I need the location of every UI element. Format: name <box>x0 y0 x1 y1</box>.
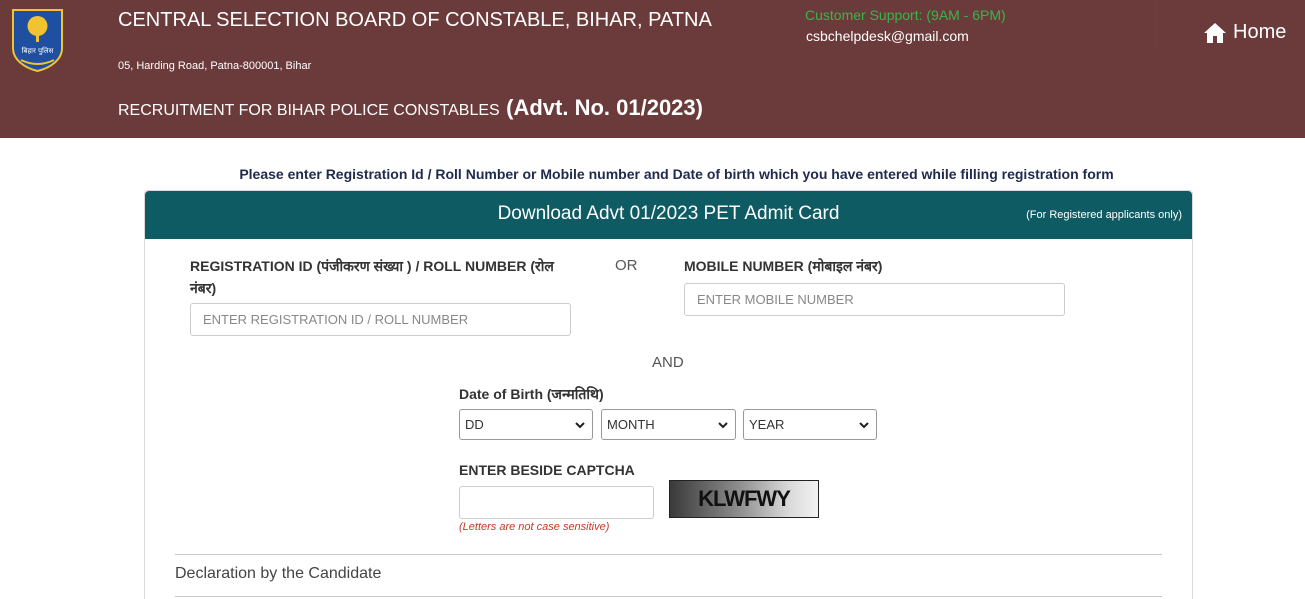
chevron-down-icon <box>859 422 869 429</box>
divider-line <box>175 596 1162 597</box>
and-separator: AND <box>652 354 684 371</box>
instruction-text: Please enter Registration Id / Roll Numb… <box>239 166 1114 182</box>
captcha-image: KLWFWY <box>669 480 819 518</box>
dob-label: Date of Birth (जन्मतिथि) <box>459 386 604 402</box>
advt-number: (Advt. No. 01/2023) <box>506 95 703 120</box>
admit-card-form-panel: Download Advt 01/2023 PET Admit Card (Fo… <box>144 190 1193 599</box>
support-email[interactable]: csbchelpdesk@gmail.com <box>806 28 969 44</box>
captcha-input[interactable] <box>459 486 654 519</box>
home-link[interactable]: Home <box>1203 21 1286 44</box>
recruitment-heading: RECRUITMENT FOR BIHAR POLICE CONSTABLES … <box>118 95 703 121</box>
captcha-label: ENTER BESIDE CAPTCHA <box>459 462 635 478</box>
or-separator: OR <box>615 257 638 274</box>
dob-year-value: YEAR <box>749 417 785 432</box>
mobile-number-input[interactable] <box>684 283 1065 316</box>
chevron-down-icon <box>718 422 728 429</box>
svg-text:बिहार पुलिस: बिहार पुलिस <box>22 46 54 55</box>
card-header: Download Advt 01/2023 PET Admit Card (Fo… <box>145 191 1192 239</box>
customer-support-label: Customer Support: (9AM - 6PM) <box>805 7 1006 23</box>
declaration-heading: Declaration by the Candidate <box>175 565 382 582</box>
chevron-down-icon <box>575 422 585 429</box>
recruitment-text: RECRUITMENT FOR BIHAR POLICE CONSTABLES <box>118 102 500 119</box>
home-icon <box>1204 22 1226 43</box>
dob-month-value: MONTH <box>607 417 655 432</box>
dob-month-select[interactable]: MONTH <box>601 409 736 440</box>
dob-year-select[interactable]: YEAR <box>743 409 877 440</box>
bihar-police-emblem-icon: बिहार पुलिस <box>12 9 63 72</box>
dob-day-select[interactable]: DD <box>459 409 593 440</box>
org-address: 05, Harding Road, Patna-800001, Bihar <box>118 60 312 72</box>
home-label: Home <box>1233 21 1287 43</box>
divider-line <box>175 554 1162 555</box>
captcha-hint: (Letters are not case sensitive) <box>459 521 610 533</box>
header-divider <box>1155 2 1156 48</box>
registration-id-input[interactable] <box>190 303 571 336</box>
registration-id-label: REGISTRATION ID (पंजीकरण संख्या ) / ROLL… <box>190 258 554 296</box>
mobile-number-label: MOBILE NUMBER (मोबाइल नंबर) <box>684 258 883 274</box>
dob-day-value: DD <box>465 417 484 432</box>
site-header: बिहार पुलिस CENTRAL SELECTION BOARD OF C… <box>0 0 1305 138</box>
org-name: CENTRAL SELECTION BOARD OF CONSTABLE, BI… <box>118 9 712 31</box>
card-note: (For Registered applicants only) <box>1026 209 1182 221</box>
